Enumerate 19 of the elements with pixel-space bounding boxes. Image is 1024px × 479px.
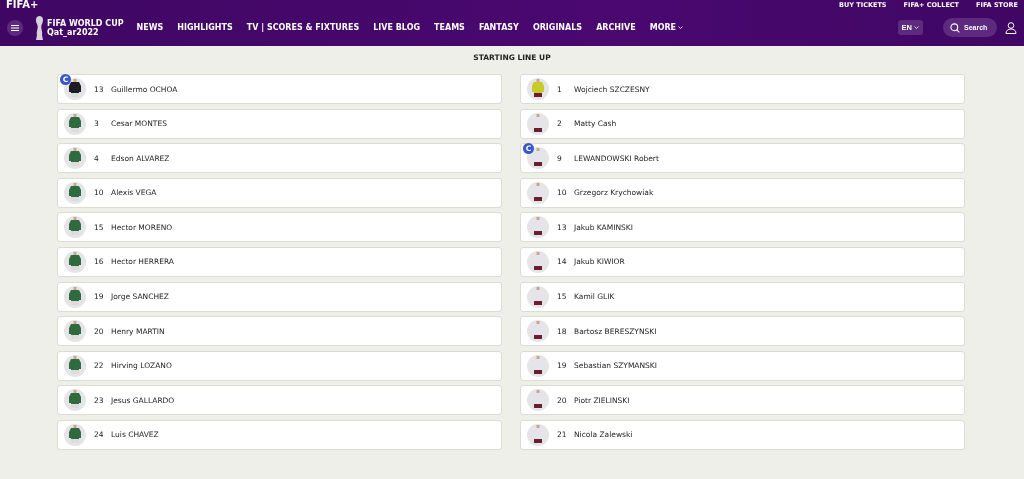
fifa-plus-logo[interactable]: FIFA+ xyxy=(6,0,39,9)
nav-link[interactable]: MORE xyxy=(649,23,684,32)
nav-link[interactable]: TEAMS xyxy=(434,23,465,32)
nav-link[interactable]: ARCHIVE xyxy=(596,23,636,32)
nav-link[interactable]: FANTASY xyxy=(478,23,519,32)
user-icon[interactable] xyxy=(1005,21,1017,34)
chevron-down-icon xyxy=(914,26,919,29)
brand-subtitle: Qat_ar2022 xyxy=(47,27,100,37)
brand-title: FIFA WORLD CUP xyxy=(47,18,124,28)
nav-link[interactable]: NEWS xyxy=(136,23,164,32)
nav-link[interactable]: TV | SCORES & FIXTURES xyxy=(246,23,360,32)
menu-button[interactable] xyxy=(7,19,23,36)
chevron-down-icon xyxy=(678,26,684,29)
trophy-logo-icon xyxy=(34,14,45,41)
search-icon xyxy=(950,22,960,33)
menu-icon xyxy=(11,24,19,31)
nav-link[interactable]: ORIGINALS xyxy=(532,23,583,32)
nav-link[interactable]: LIVE BLOG xyxy=(373,23,421,32)
nav-link[interactable]: HIGHLIGHTS xyxy=(177,23,233,32)
